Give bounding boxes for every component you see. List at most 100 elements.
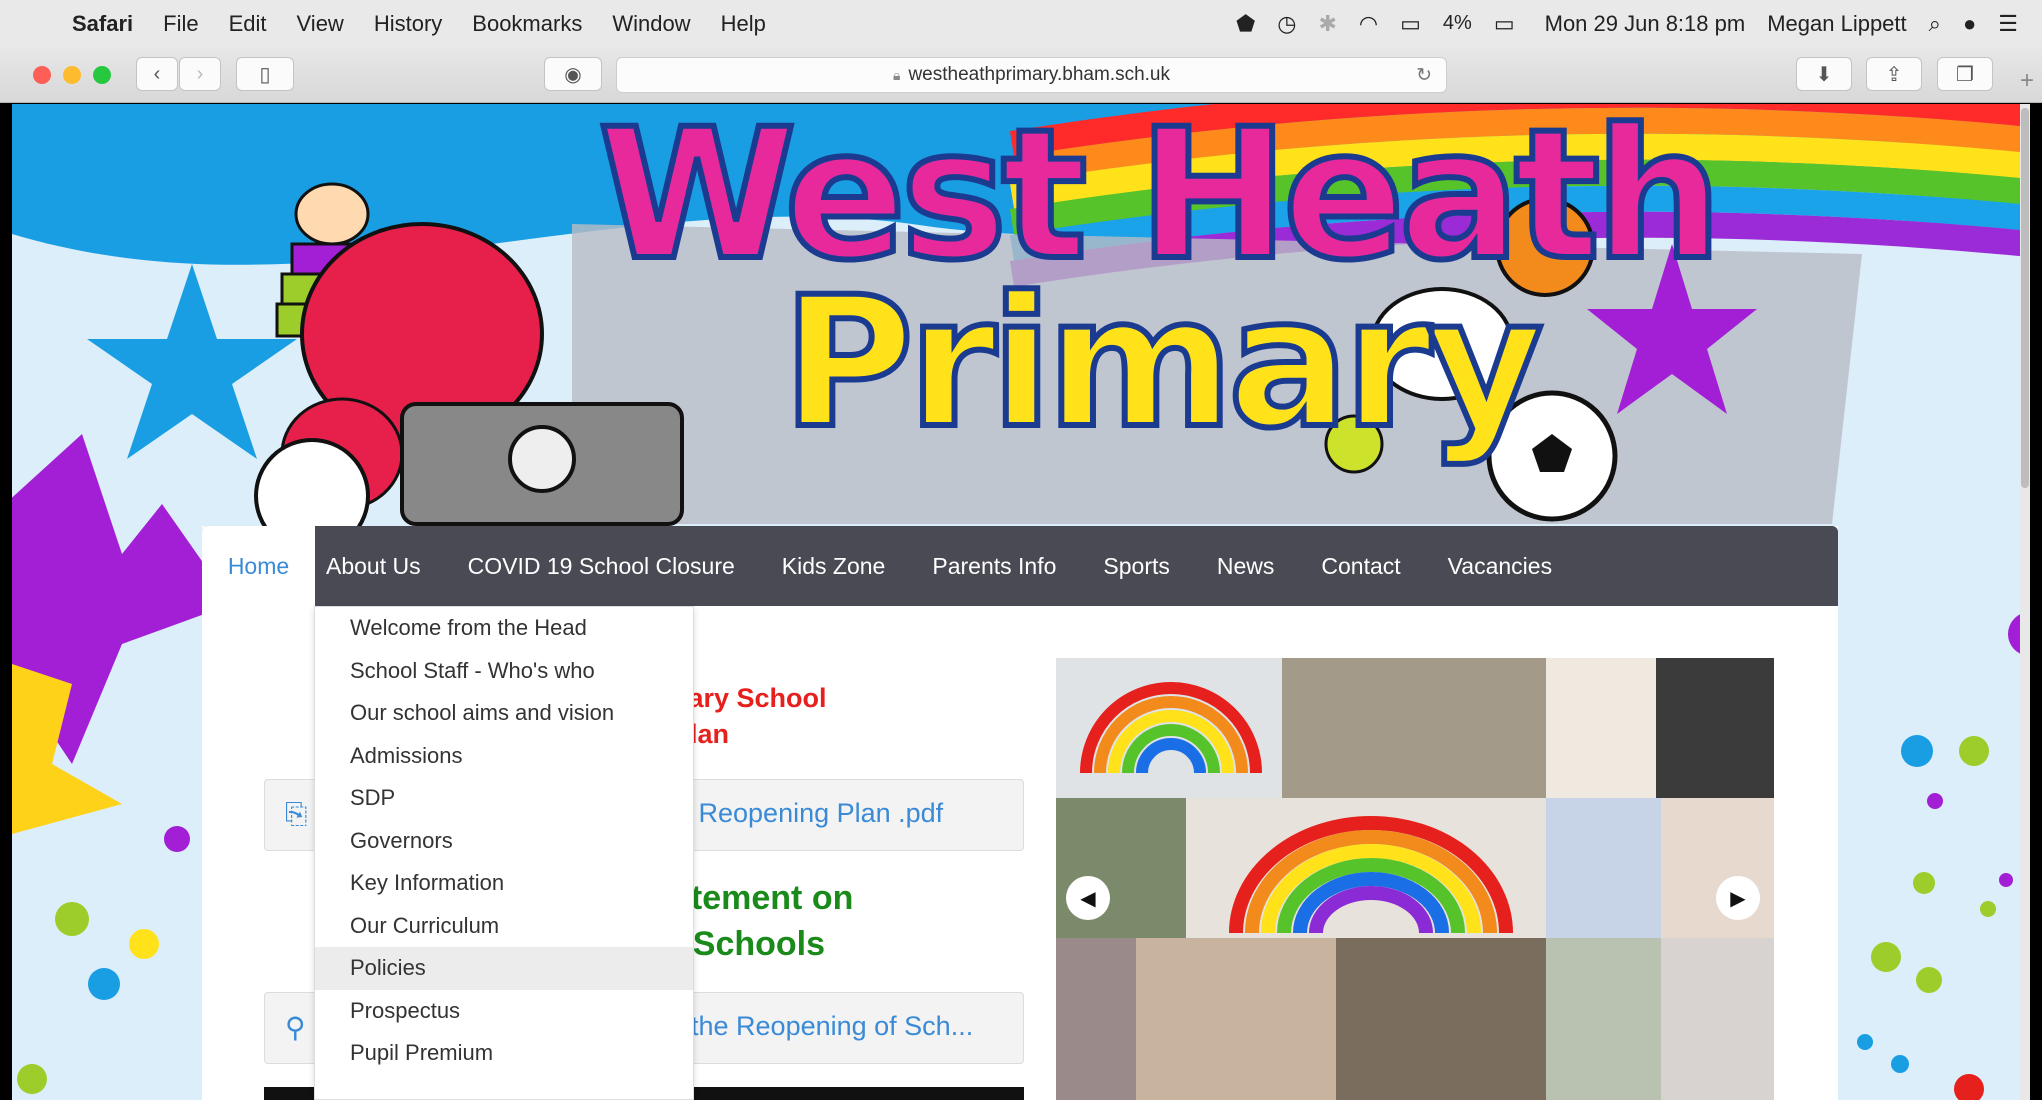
menu-edit[interactable]: Edit — [229, 11, 267, 37]
menu-file[interactable]: File — [163, 11, 198, 37]
gallery-photo — [1282, 658, 1546, 798]
document-link-reopening-schools[interactable]: the Reopening of Sch... — [691, 1011, 973, 1042]
confetti-dot — [164, 826, 190, 852]
scrollbar-track[interactable] — [2020, 104, 2030, 1100]
gallery-photo — [1056, 798, 1186, 938]
nav-items: About Us COVID 19 School Closure Kids Zo… — [326, 526, 1552, 606]
menu-bookmarks[interactable]: Bookmarks — [472, 11, 582, 37]
document-link-reopening-plan[interactable]: l Reopening Plan .pdf — [685, 798, 943, 829]
chevron-right-icon: › — [196, 62, 204, 85]
user-name[interactable]: Megan Lippett — [1767, 11, 1906, 37]
notification-center-icon[interactable]: ☰ — [1998, 11, 2018, 37]
grammarly-extension-button[interactable]: ◉ — [544, 57, 602, 91]
nav-sports[interactable]: Sports — [1103, 553, 1169, 580]
heading-line: hary School — [672, 683, 827, 713]
sidebar-toggle-button[interactable]: ▯ — [236, 57, 294, 91]
dropdown-item-governors[interactable]: Governors — [315, 820, 693, 863]
confetti-dot — [1980, 901, 1996, 917]
reload-icon[interactable]: ↻ — [1416, 64, 1432, 87]
bluetooth-icon[interactable]: ✱ — [1318, 11, 1336, 37]
dropdown-item-pupil-premium[interactable]: Pupil Premium — [315, 1032, 693, 1075]
heading-line: f Schools — [672, 925, 826, 963]
confetti-dot — [129, 929, 159, 959]
forward-button[interactable]: › — [179, 57, 221, 91]
airplay-icon[interactable]: ▭ — [1400, 11, 1421, 37]
siri-icon[interactable]: ● — [1963, 11, 1976, 37]
dropdown-item-admissions[interactable]: Admissions — [315, 735, 693, 778]
shield-icon[interactable]: ⬟ — [1236, 11, 1255, 37]
dropdown-item-our-curriculum[interactable]: Our Curriculum — [315, 905, 693, 948]
nav-covid-19-school-closure[interactable]: COVID 19 School Closure — [468, 553, 735, 580]
dropdown-item-sdp[interactable]: SDP — [315, 777, 693, 820]
gallery-photo — [1661, 938, 1774, 1100]
nav-news[interactable]: News — [1217, 553, 1275, 580]
nav-vacancies[interactable]: Vacancies — [1448, 553, 1552, 580]
gallery-photo — [1656, 658, 1774, 798]
battery-icon[interactable]: ▭ — [1494, 11, 1515, 37]
pdf-icon: ⎘ — [285, 798, 308, 829]
download-icon: ⬇ — [1815, 63, 1833, 86]
menu-window[interactable]: Window — [612, 11, 690, 37]
browser-toolbar: ‹ › ▯ ◉ 🔒︎ westheathprimary.bham.sch.uk … — [0, 47, 2042, 103]
sidebar-icon: ▯ — [259, 63, 271, 86]
nav-kids-zone[interactable]: Kids Zone — [782, 553, 886, 580]
clock[interactable]: Mon 29 Jun 8:18 pm — [1545, 11, 1746, 37]
close-window-icon[interactable] — [33, 66, 51, 84]
spotlight-icon[interactable]: ⌕ — [1929, 11, 1941, 37]
tabs-overview-button[interactable]: ❐ — [1937, 57, 1993, 91]
scrollbar-thumb[interactable] — [2021, 108, 2029, 488]
share-button[interactable]: ⇪ — [1866, 57, 1922, 91]
carousel-next-button[interactable]: ▶ — [1716, 876, 1760, 920]
new-tab-button[interactable]: + — [2012, 59, 2042, 103]
app-menu[interactable]: Safari — [72, 11, 133, 37]
gallery-photo — [1661, 798, 1774, 938]
confetti-dot — [55, 902, 89, 936]
grammarly-icon: ◉ — [564, 63, 582, 86]
dropdown-item-key-information[interactable]: Key Information — [315, 862, 693, 905]
downloads-button[interactable]: ⬇ — [1796, 57, 1852, 91]
wheel-icon — [508, 425, 576, 493]
photo-gallery-carousel[interactable]: ◀ ▶ — [1056, 658, 1774, 1100]
share-icon: ⇪ — [1885, 63, 1903, 86]
nav-about-us[interactable]: About Us — [326, 553, 421, 580]
lock-icon: 🔒︎ — [893, 66, 901, 83]
confetti-dot — [1999, 873, 2013, 887]
nav-parents-info[interactable]: Parents Info — [932, 553, 1056, 580]
nav-contact[interactable]: Contact — [1321, 553, 1400, 580]
gallery-photo — [1546, 798, 1661, 938]
blue-star-icon — [87, 264, 297, 459]
battery-percent: 4% — [1442, 12, 1472, 34]
chevron-left-icon: ◀ — [1080, 887, 1096, 910]
nav-home[interactable]: Home — [202, 526, 315, 606]
main-navigation: Home About Us COVID 19 School Closure Ki… — [202, 526, 1838, 606]
confetti-dot — [1871, 942, 1901, 972]
confetti-dot — [1959, 736, 1989, 766]
heading-statement: atement on f Schools — [672, 875, 853, 967]
heading-reopening-plan: hary School Plan — [672, 680, 827, 752]
url-text: westheathprimary.bham.sch.uk — [908, 64, 1170, 85]
about-us-dropdown-menu: Welcome from the Head School Staff - Who… — [314, 606, 694, 1100]
dropdown-item-prospectus[interactable]: Prospectus — [315, 990, 693, 1033]
chevron-left-icon: ‹ — [153, 62, 161, 85]
zoom-window-icon[interactable] — [93, 66, 111, 84]
dropdown-item-welcome-from-the-head[interactable]: Welcome from the Head — [315, 607, 693, 650]
link-icon: ⚲ — [285, 1012, 306, 1043]
confetti-dot — [1927, 793, 1943, 809]
confetti-dot — [1901, 735, 1933, 767]
menu-view[interactable]: View — [297, 11, 344, 37]
time-machine-icon[interactable]: ◷ — [1277, 11, 1296, 37]
plus-icon: + — [2019, 67, 2034, 94]
dropdown-item-policies[interactable]: Policies — [315, 947, 693, 990]
chevron-right-icon: ▶ — [1730, 887, 1746, 910]
menu-help[interactable]: Help — [721, 11, 766, 37]
dropdown-item-aims-and-vision[interactable]: Our school aims and vision — [315, 692, 693, 735]
wifi-icon[interactable]: ◠ — [1359, 11, 1378, 37]
back-button[interactable]: ‹ — [136, 57, 178, 91]
dropdown-item-school-staff[interactable]: School Staff - Who's who — [315, 650, 693, 693]
address-bar[interactable]: 🔒︎ westheathprimary.bham.sch.uk ↻ — [616, 57, 1447, 93]
tabs-icon: ❐ — [1956, 63, 1974, 86]
carousel-prev-button[interactable]: ◀ — [1066, 876, 1110, 920]
heading-line: atement on — [672, 879, 854, 917]
minimize-window-icon[interactable] — [63, 66, 81, 84]
menu-history[interactable]: History — [374, 11, 442, 37]
